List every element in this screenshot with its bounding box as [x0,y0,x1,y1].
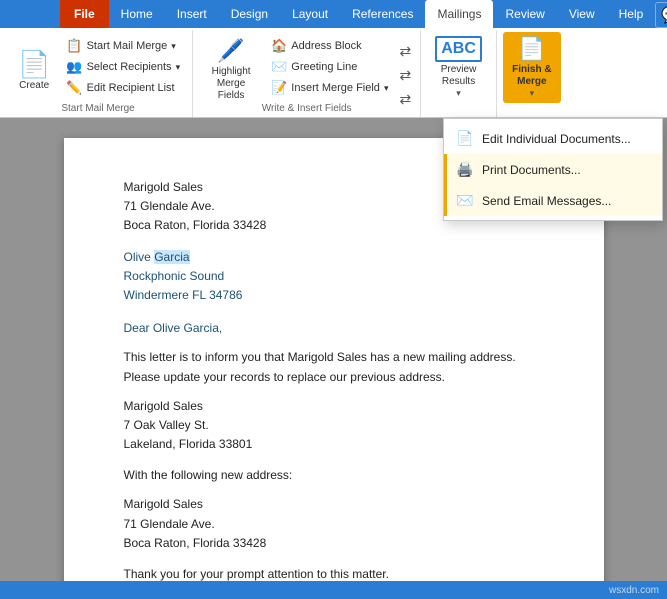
preview-results-btn[interactable]: ABC PreviewResults ▾ [427,32,490,103]
extra-btn-1[interactable]: ⇄ [396,40,414,63]
greeting-line-btn[interactable]: ✉️ Greeting Line [265,57,394,77]
wsxdn-logo: wsxdn.com [609,585,659,596]
repeated-sender-block: Marigold Sales 71 Glendale Ave. Boca Rat… [124,495,544,553]
highlight-merge-fields-btn[interactable]: 🖊️ HighlightMerge Fields [199,34,263,106]
recipient-city: Windermere FL 34786 [124,286,544,305]
create-label: Create [19,80,49,91]
write-insert-group: 🖊️ HighlightMerge Fields 🏠 Address Block… [193,30,421,117]
start-mail-merge-icon: 📋 [66,38,82,54]
write-insert-label: Write & Insert Fields [193,103,420,114]
file-tab[interactable]: File [60,0,109,28]
tab-home[interactable]: Home [109,0,165,28]
start-mail-merge-group: 📄 Create 📋 Start Mail Merge ▾ 👥 Select R… [4,30,193,117]
recipient-company: Rockphonic Sound [124,267,544,286]
address-block-btn[interactable]: 🏠 Address Block [265,36,394,56]
send-email-messages-item[interactable]: ✉️ Send Email Messages... [444,185,662,216]
tab-mailings[interactable]: Mailings [425,0,493,28]
body-paragraph-1: This letter is to inform you that Marigo… [124,348,544,386]
greeting-line-icon: ✉️ [271,59,287,75]
print-documents-icon: 🖨️ [456,161,474,178]
recipient-name-line: Olive Garcia [124,248,544,267]
preview-results-label: PreviewResults [441,64,477,88]
dropdown-arrow2: ▾ [176,62,181,73]
salutation: Dear Olive Garcia, [124,319,544,338]
select-recipients-btn[interactable]: 👥 Select Recipients ▾ [60,57,186,77]
body-paragraph-3: Thank you for your prompt attention to t… [124,565,544,581]
finish-merge-btn[interactable]: 📄 Finish &Merge ▾ [503,32,561,103]
insert-merge-field-btn[interactable]: 📝 Insert Merge Field ▾ [265,78,394,98]
start-mail-merge-label: Start Mail Merge [4,103,192,114]
finish-merge-icon: 📄 [518,36,545,62]
status-bar: wsxdn.com [0,581,667,599]
select-recipients-icon: 👥 [66,59,82,75]
highlight-label: HighlightMerge Fields [205,66,257,102]
edit-individual-documents-item[interactable]: 📄 Edit Individual Documents... [444,123,662,154]
tab-help[interactable]: Help [607,0,656,28]
preview-dropdown-arrow: ▾ [456,88,461,99]
ribbon: 📄 Create 📋 Start Mail Merge ▾ 👥 Select R… [0,28,667,118]
print-documents-item[interactable]: 🖨️ Print Documents... [444,154,662,185]
edit-individual-label: Edit Individual Documents... [482,132,631,146]
tab-design[interactable]: Design [219,0,280,28]
tab-references[interactable]: References [340,0,425,28]
abc-icon: ABC [435,36,482,62]
new-sender-name: Marigold Sales [124,397,544,416]
extra-btn-2[interactable]: ⇄ [396,64,414,87]
edit-individual-icon: 📄 [456,130,474,147]
body-paragraph-2: With the following new address: [124,466,544,485]
finish-merge-dropdown: 📄 Edit Individual Documents... 🖨️ Print … [443,118,663,221]
send-email-icon: ✉️ [456,192,474,209]
create-icon: 📄 [18,49,50,80]
new-address-block: Marigold Sales 7 Oak Valley St. Lakeland… [124,397,544,455]
rpt-sender-name: Marigold Sales [124,495,544,514]
comment-icon[interactable]: 💬 [655,2,667,28]
send-email-label: Send Email Messages... [482,194,611,208]
finish-merge-group: 📄 Finish &Merge ▾ [497,30,567,117]
recipient-block: Olive Garcia Rockphonic Sound Windermere… [124,248,544,306]
create-button[interactable]: 📄 Create [10,34,58,106]
tab-review[interactable]: Review [493,0,556,28]
rpt-address1: 71 Glendale Ave. [124,515,544,534]
edit-recipient-list-btn[interactable]: ✏️ Edit Recipient List [60,78,186,98]
finish-merge-arrow: ▾ [530,88,535,99]
dropdown-arrow3: ▾ [384,83,389,94]
new-city: Lakeland, Florida 33801 [124,435,544,454]
recipient-last-name: Garcia [154,250,189,264]
tab-insert[interactable]: Insert [165,0,219,28]
print-documents-label: Print Documents... [482,163,581,177]
preview-results-group: ABC PreviewResults ▾ [421,30,497,117]
highlight-icon: 🖊️ [217,38,244,64]
start-mail-merge-btn[interactable]: 📋 Start Mail Merge ▾ [60,36,186,56]
recipient-first-name: Olive [124,250,155,264]
address-block-icon: 🏠 [271,38,287,54]
dropdown-arrow: ▾ [171,41,176,52]
rpt-city: Boca Raton, Florida 33428 [124,534,544,553]
tab-layout[interactable]: Layout [280,0,340,28]
insert-merge-icon: 📝 [271,80,287,96]
finish-merge-label: Finish &Merge [512,64,551,88]
tab-view[interactable]: View [557,0,607,28]
edit-recipient-icon: ✏️ [66,80,82,96]
new-address1: 7 Oak Valley St. [124,416,544,435]
